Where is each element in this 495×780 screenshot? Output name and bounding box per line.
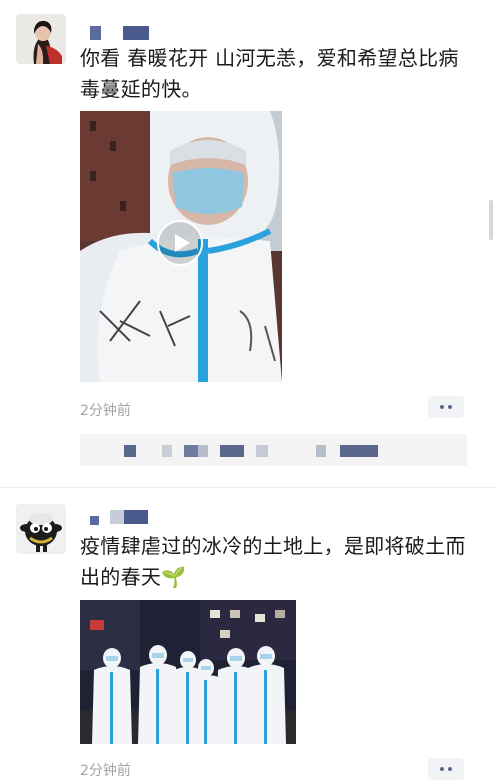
dot-icon xyxy=(448,405,452,409)
moment-post: 疫情肆虐过的冰冷的土地上，是即将破土而出的春天🌱 2分钟前 xyxy=(0,490,495,780)
post-video[interactable] xyxy=(80,111,282,382)
author-name[interactable] xyxy=(88,26,158,44)
play-icon[interactable] xyxy=(157,220,203,266)
moment-post: 你看 春暖花开 山河无恙，爱和希望总比病毒蔓延的快。 2分钟前 xyxy=(0,0,495,490)
post-photo[interactable] xyxy=(80,600,296,744)
dot-icon xyxy=(448,767,452,771)
scrollbar[interactable] xyxy=(489,200,493,240)
dot-icon xyxy=(440,767,444,771)
avatar[interactable] xyxy=(16,14,66,64)
post-time: 2分钟前 xyxy=(80,403,131,419)
dot-icon xyxy=(440,405,444,409)
likes-comments-bar[interactable] xyxy=(80,434,467,466)
post-time: 2分钟前 xyxy=(80,763,131,779)
more-actions-button[interactable] xyxy=(428,396,464,418)
author-name[interactable] xyxy=(88,510,158,528)
avatar[interactable] xyxy=(16,504,66,554)
more-actions-button[interactable] xyxy=(428,758,464,780)
post-text: 疫情肆虐过的冰冷的土地上，是即将破土而出的春天🌱 xyxy=(80,534,466,589)
post-text: 你看 春暖花开 山河无恙，爱和希望总比病毒蔓延的快。 xyxy=(80,46,459,101)
post-divider xyxy=(0,487,495,488)
